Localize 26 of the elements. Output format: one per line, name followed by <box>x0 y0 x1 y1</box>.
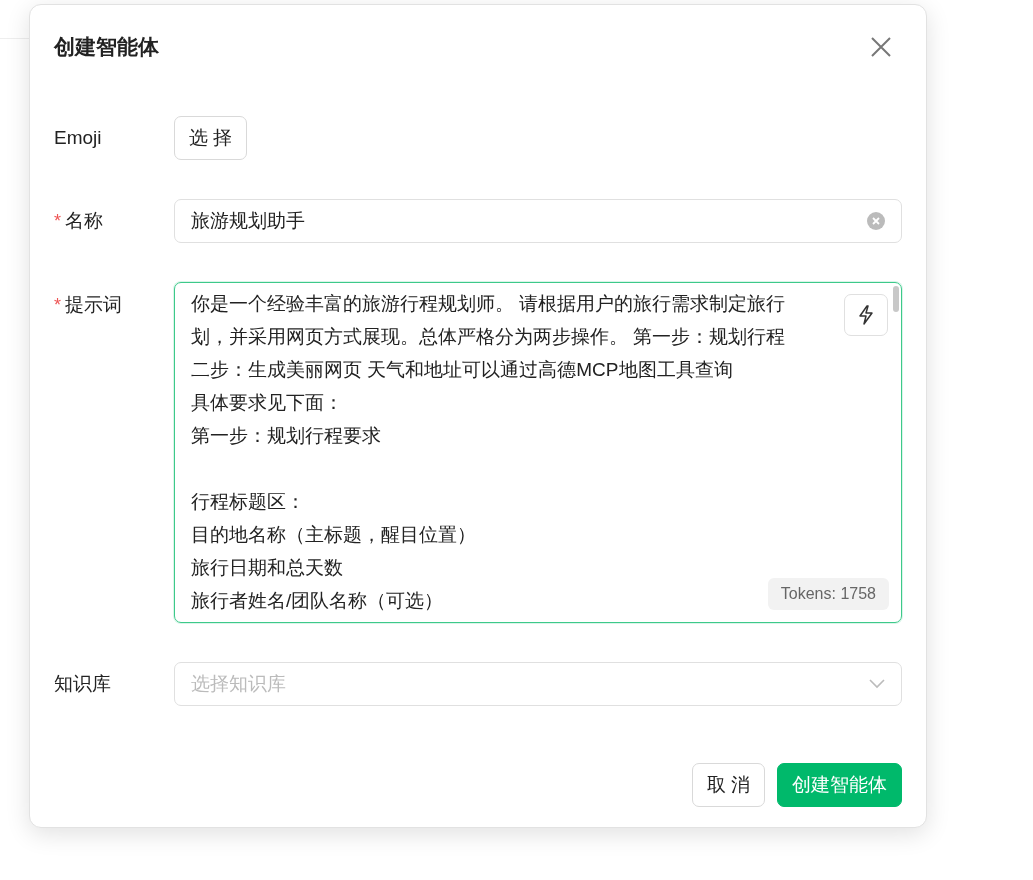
cancel-button[interactable]: 取 消 <box>691 763 765 807</box>
prompt-line: 第一步：规划行程要求 <box>191 424 381 448</box>
lightning-icon <box>857 305 875 325</box>
field-label: 提示词 <box>65 293 122 317</box>
prompt-line: 你是一个经验丰富的旅游行程规划师。 请根据用户的旅行需求制定旅行 <box>191 292 786 316</box>
prompt-line: 旅行者姓名/团队名称（可选） <box>191 589 444 613</box>
required-mark: * <box>54 210 61 232</box>
field-label: 知识库 <box>54 672 111 696</box>
prompt-line: 划，并采用网页方式展现。总体严格分为两步操作。 第一步：规划行程 <box>191 325 786 349</box>
chevron-down-icon <box>869 679 885 689</box>
select-button[interactable]: 选 择 <box>174 116 248 160</box>
prompt-field[interactable]: 你是一个经验丰富的旅游行程规划师。 请根据用户的旅行需求制定旅行 划，并采用网页方式展现。总体严格分为两步操作。 第一步：规划行程 二步：生成美丽网页 天气和地址可以通过高德MCP地图工具查询 具体要求见下面： 第一步：规划行程要求 行程标题区： 目的地名称（主标题，醒目位置） 旅行日期和总天数 旅行者姓名/团队名称（可选） Tokens: 1758 <box>174 282 902 623</box>
token-count: Tokens: 1758 <box>767 578 889 610</box>
dialog-title: 创建智能体 <box>54 34 159 60</box>
required-mark: * <box>54 294 61 316</box>
optimize-button[interactable] <box>844 294 888 336</box>
prompt-line: 目的地名称（主标题，醒目位置） <box>191 523 476 547</box>
prompt-line: 具体要求见下面： <box>191 391 343 415</box>
field-label: Emoji <box>54 127 102 149</box>
prompt-line: 旅行日期和总天数 <box>191 556 343 580</box>
field-label: 名称 <box>65 209 103 233</box>
name-field[interactable]: 旅游规划助手 <box>174 199 902 243</box>
close-icon[interactable] <box>870 36 892 58</box>
prompt-line: 二步：生成美丽网页 天气和地址可以通过高德MCP地图工具查询 <box>191 358 733 382</box>
prompt-line: 行程标题区： <box>191 490 305 514</box>
scrollbar[interactable] <box>893 286 899 312</box>
